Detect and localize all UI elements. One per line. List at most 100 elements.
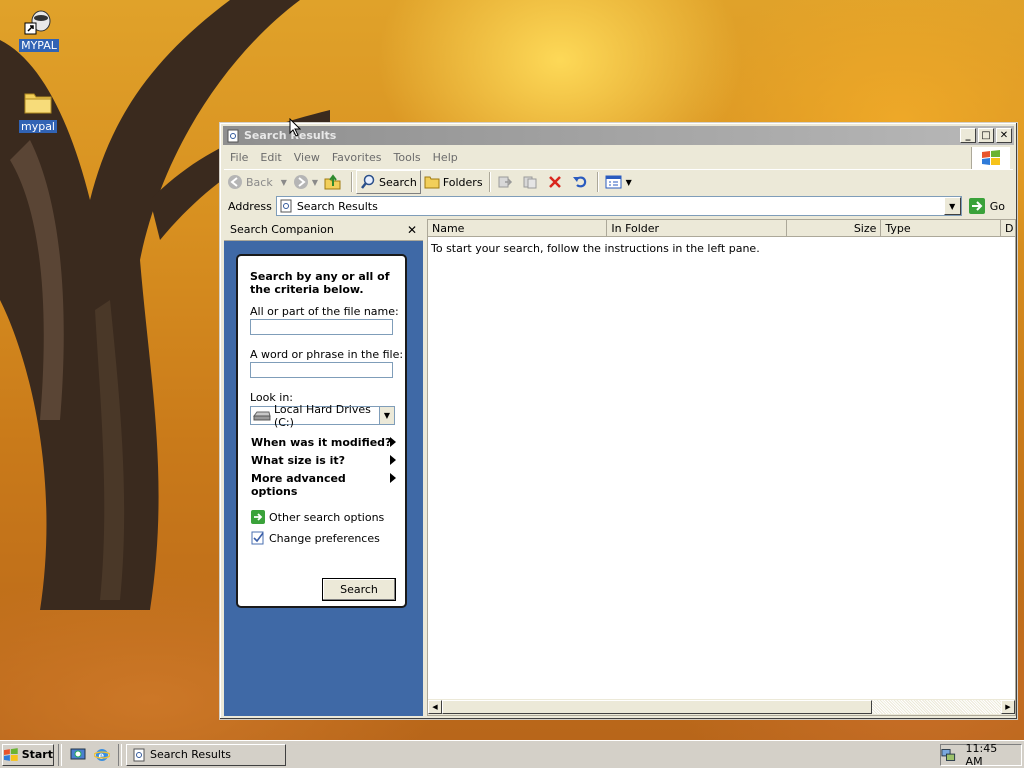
expand-arrow-icon: [390, 437, 396, 447]
taskbar-separator: [118, 743, 122, 766]
search-results-task-icon: [133, 748, 145, 761]
look-in-value: Local Hard Drives (C:): [273, 402, 371, 429]
desktop-icon-label: MYPAL: [19, 39, 59, 52]
windows-flag-icon: [3, 747, 18, 761]
move-to-button[interactable]: [494, 171, 519, 193]
menu-help[interactable]: Help: [427, 151, 464, 164]
scroll-left-icon: ◀: [432, 703, 438, 711]
undo-button[interactable]: [569, 171, 594, 193]
when-modified-option[interactable]: When was it modified?: [251, 436, 396, 449]
scrollbar-track[interactable]: [872, 700, 1001, 714]
folders-label: Folders: [442, 175, 483, 189]
mouse-cursor-icon: [289, 118, 301, 137]
search-button[interactable]: Search: [322, 578, 396, 601]
column-header-type[interactable]: Type: [881, 220, 1001, 236]
views-button[interactable]: ▼: [602, 171, 635, 193]
close-pane-icon[interactable]: ✕: [407, 223, 417, 237]
up-folder-button[interactable]: [321, 171, 348, 193]
search-companion-title: Search Companion: [230, 223, 334, 236]
toolbar-separator: [488, 172, 491, 192]
search-results-window-icon: [227, 129, 239, 142]
menu-edit[interactable]: Edit: [254, 151, 287, 164]
quicklaunch-internet-explorer[interactable]: e: [93, 746, 111, 764]
folders-button[interactable]: Folders: [421, 171, 486, 193]
go-label: Go: [989, 199, 1005, 213]
scroll-right-icon: ▶: [1005, 703, 1011, 711]
go-button[interactable]: Go: [968, 197, 1013, 215]
minimize-icon: _: [965, 129, 971, 141]
copy-to-button[interactable]: [519, 171, 544, 193]
file-name-input[interactable]: [250, 319, 393, 335]
advanced-options-option[interactable]: More advanced options: [251, 472, 396, 498]
window-title: Search Results: [244, 129, 337, 142]
phrase-input[interactable]: [250, 362, 393, 378]
address-label: Address: [228, 199, 272, 213]
address-field[interactable]: Search Results ▼: [275, 196, 962, 216]
desktop-icon-mypal-folder[interactable]: mypal: [8, 86, 68, 133]
preferences-checklist-icon: [251, 531, 264, 545]
other-search-options-label: Other search options: [269, 510, 385, 524]
column-header-name[interactable]: Name: [428, 220, 608, 236]
column-header-size[interactable]: Size: [787, 220, 882, 236]
delete-icon: [548, 176, 561, 188]
back-dropdown-icon[interactable]: ▼: [281, 178, 287, 187]
scroll-left-button[interactable]: ◀: [428, 700, 442, 714]
phrase-label: A word or phrase in the file:: [250, 348, 404, 361]
expand-arrow-icon: [390, 455, 396, 465]
horizontal-scrollbar[interactable]: ◀ ▶: [428, 698, 1015, 715]
clock[interactable]: 11:45 AM: [966, 742, 1013, 768]
views-dropdown-icon: ▼: [625, 177, 632, 187]
quicklaunch-show-desktop[interactable]: [69, 746, 87, 764]
column-header-in-folder[interactable]: In Folder: [607, 220, 787, 236]
start-button[interactable]: Start: [2, 743, 54, 766]
menu-favorites[interactable]: Favorites: [326, 151, 388, 164]
folder-icon: [22, 86, 54, 118]
delete-button[interactable]: [544, 171, 569, 193]
search-companion-header: Search Companion ✕: [224, 219, 423, 241]
green-arrow-icon: [251, 510, 265, 524]
back-button[interactable]: Back ▼: [224, 171, 290, 193]
look-in-select[interactable]: Local Hard Drives (C:) ▼: [250, 403, 395, 429]
column-header-date[interactable]: D: [1001, 220, 1015, 236]
search-results-window: Search Results _ □ ✕ File Edit View Favo…: [219, 122, 1018, 720]
scrollbar-thumb[interactable]: [442, 700, 872, 714]
close-button[interactable]: ✕: [996, 128, 1012, 143]
folders-icon: [424, 176, 440, 189]
file-name-label: All or part of the file name:: [250, 305, 399, 318]
forward-dropdown-icon[interactable]: ▼: [312, 178, 318, 187]
maximize-button[interactable]: □: [978, 128, 994, 143]
network-tray-icon[interactable]: [941, 747, 956, 763]
other-search-options-link[interactable]: Other search options: [251, 510, 384, 524]
what-size-option[interactable]: What size is it?: [251, 454, 396, 467]
taskbar-item-label: Search Results: [150, 748, 232, 761]
menu-tools[interactable]: Tools: [388, 151, 427, 164]
desktop-icon-mypal-shortcut[interactable]: MYPAL: [9, 5, 69, 52]
forward-button[interactable]: ▼: [290, 171, 321, 193]
back-arrow-icon: [228, 175, 242, 189]
copy-to-icon: [523, 176, 537, 189]
search-toolbar-label: Search: [379, 175, 417, 189]
search-criteria-card: Search by any or all of the criteria bel…: [236, 254, 407, 608]
scroll-right-button[interactable]: ▶: [1001, 700, 1015, 714]
look-in-dropdown-button[interactable]: ▼: [379, 407, 394, 424]
show-desktop-icon: [70, 748, 86, 759]
search-companion-pane: Search Companion ✕ Search by any or all …: [224, 219, 423, 716]
results-column-headers: Name In Folder Size Type D: [428, 220, 1015, 237]
maximize-icon: □: [981, 129, 991, 141]
taskbar: Start e Search Results 11:45 AM: [0, 740, 1024, 768]
close-icon: ✕: [999, 129, 1009, 141]
advanced-options-label: More advanced options: [251, 472, 346, 498]
system-tray: 11:45 AM: [940, 742, 1022, 768]
views-icon: [605, 175, 622, 189]
taskbar-item-search-results[interactable]: Search Results: [126, 743, 286, 766]
move-to-icon: [498, 176, 512, 188]
mypal-shortcut-icon: [23, 5, 55, 37]
title-bar[interactable]: Search Results _ □ ✕: [223, 126, 1014, 145]
change-preferences-link[interactable]: Change preferences: [251, 531, 380, 545]
search-toolbar-button[interactable]: Search: [356, 170, 421, 194]
toolbar-separator: [596, 172, 599, 192]
minimize-button[interactable]: _: [960, 128, 976, 143]
menu-file[interactable]: File: [224, 151, 254, 164]
address-dropdown-button[interactable]: ▼: [943, 197, 961, 215]
menu-view[interactable]: View: [288, 151, 326, 164]
